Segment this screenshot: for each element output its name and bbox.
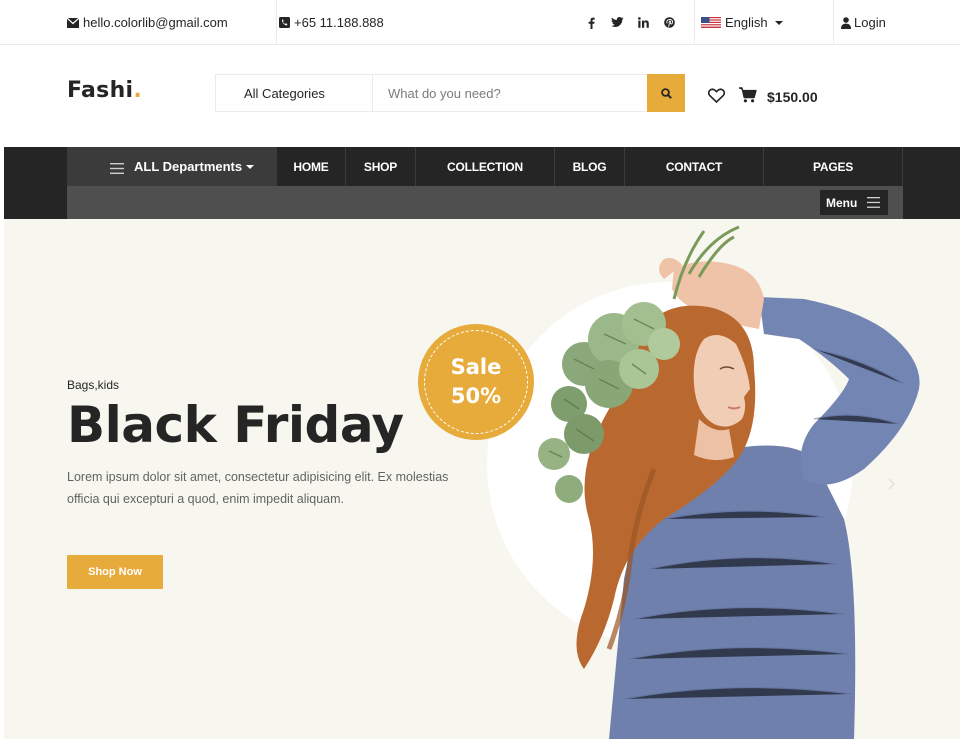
menu-label: Menu	[826, 195, 858, 210]
search-input[interactable]	[373, 75, 647, 111]
hero-category: Bags,kids	[67, 378, 120, 392]
nav-contact[interactable]: CONTACT	[625, 147, 764, 186]
all-departments-dropdown[interactable]: ALL Departments	[67, 147, 276, 186]
hamburger-icon	[867, 197, 880, 211]
divider	[694, 0, 695, 45]
nav-shop[interactable]: SHOP	[346, 147, 416, 186]
sale-badge: Sale 50%	[418, 324, 534, 440]
hero-description: Lorem ipsum dolor sit amet, consectetur …	[67, 470, 449, 506]
divider	[833, 0, 834, 45]
cart-total[interactable]: $150.00	[767, 89, 818, 105]
facebook-icon[interactable]	[578, 0, 604, 45]
top-bar: hello.colorlib@gmail.com +65 11.188.888	[0, 0, 960, 45]
hero-banner: Sale 50% Bags,kids Black Friday Lorem ips…	[4, 219, 960, 739]
category-select[interactable]: All Categories	[216, 75, 373, 111]
search-button[interactable]	[647, 74, 685, 112]
wishlist-heart-icon[interactable]	[707, 88, 726, 108]
email-text: hello.colorlib@gmail.com	[83, 15, 228, 30]
site-header: Fashi. All Categories $150.00	[0, 45, 960, 147]
search-bar: All Categories	[215, 74, 685, 112]
shopping-cart-icon[interactable]	[739, 87, 757, 108]
search-icon	[660, 87, 672, 99]
logo-dot: .	[133, 78, 143, 103]
login-link[interactable]: Login	[841, 0, 886, 45]
phone-icon	[279, 17, 290, 28]
sale-label: Sale	[450, 355, 502, 379]
nav-pages[interactable]: PAGES	[764, 147, 903, 186]
social-links	[578, 0, 682, 45]
category-select-label: All Categories	[244, 85, 325, 101]
departments-label: ALL Departments	[134, 159, 243, 174]
chevron-right-icon[interactable]	[888, 477, 896, 495]
chevron-down-icon	[774, 20, 783, 25]
hamburger-icon	[110, 162, 124, 177]
logo[interactable]: Fashi.	[67, 78, 142, 103]
nav-home[interactable]: HOME	[276, 147, 346, 186]
mobile-menu-bar	[67, 186, 903, 219]
user-icon	[841, 16, 851, 29]
twitter-icon[interactable]	[604, 0, 630, 45]
shop-now-button[interactable]: Shop Now	[67, 555, 163, 589]
logo-text: Fashi	[67, 78, 134, 103]
hero-title: Black Friday	[67, 396, 404, 454]
us-flag-icon	[701, 17, 721, 28]
linkedin-icon[interactable]	[630, 0, 656, 45]
language-select[interactable]: English	[701, 0, 783, 45]
menu-toggle-button[interactable]: Menu	[820, 190, 888, 215]
phone-text: +65 11.188.888	[294, 15, 384, 30]
nav-collection[interactable]: COLLECTION	[416, 147, 555, 186]
main-navigation: ALL Departments HOME SHOP COLLECTION BLO…	[4, 147, 960, 219]
login-label: Login	[854, 15, 886, 30]
hero-model-image	[514, 219, 934, 739]
sale-percent: 50%	[450, 384, 502, 408]
language-label: English	[725, 15, 768, 30]
phone-contact[interactable]: +65 11.188.888	[279, 0, 384, 45]
caret-down-icon	[246, 164, 255, 169]
divider	[276, 0, 277, 45]
envelope-icon	[67, 17, 79, 28]
nav-blog[interactable]: BLOG	[555, 147, 625, 186]
pinterest-icon[interactable]	[656, 0, 682, 45]
email-contact[interactable]: hello.colorlib@gmail.com	[67, 0, 228, 45]
